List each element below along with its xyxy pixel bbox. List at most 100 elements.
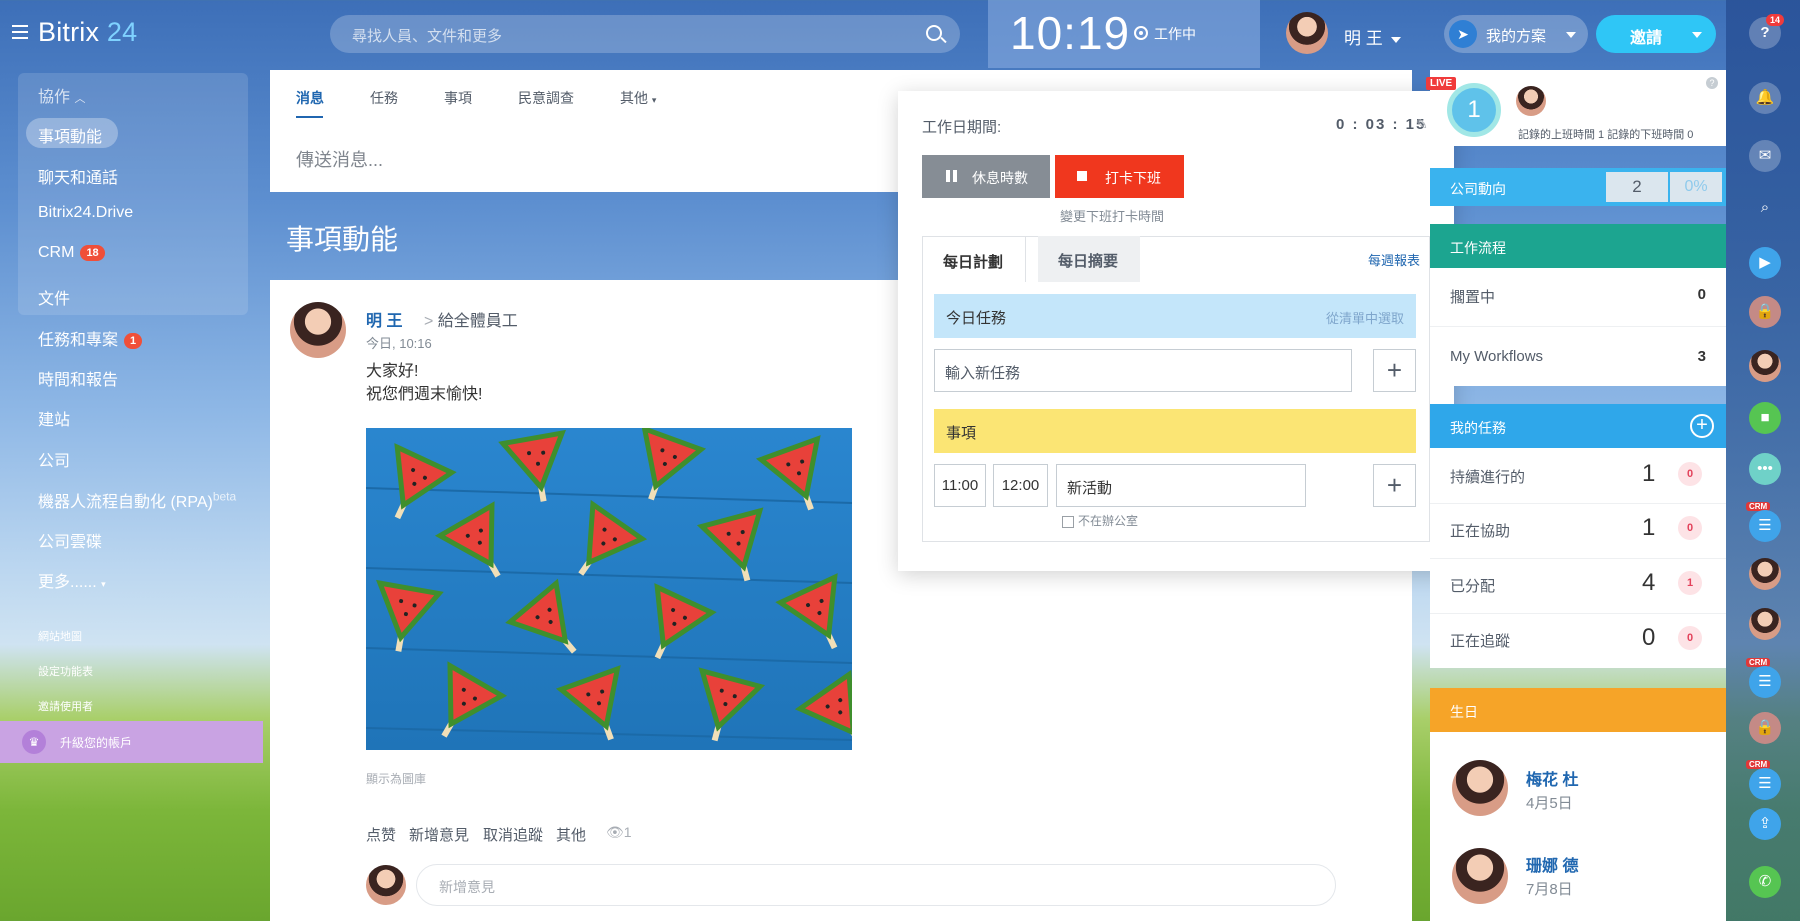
birthday-avatar[interactable]	[1452, 760, 1508, 816]
video-call-icon[interactable]: ▶	[1749, 247, 1781, 279]
tab-poll[interactable]: 民意調查	[518, 88, 574, 108]
crm-chat-icon[interactable]: ☰	[1749, 768, 1781, 800]
add-task-icon[interactable]: +	[1690, 414, 1714, 438]
chevron-down-icon[interactable]	[1692, 32, 1702, 38]
task-count[interactable]: 1	[1642, 514, 1655, 542]
choose-from-list-link[interactable]: 從清單中選取	[1326, 308, 1404, 327]
sidebar-item-time[interactable]: 時間和報告	[38, 366, 118, 390]
configure-menu-link[interactable]: 設定功能表	[38, 663, 93, 679]
phone-icon[interactable]: ✆	[1749, 866, 1781, 898]
sidebar-item-feed[interactable]: 事項動能	[38, 123, 102, 147]
worktime-clock[interactable]: 10:19 工作中	[988, 0, 1260, 68]
add-event-button[interactable]: +	[1373, 464, 1416, 507]
birthday-name[interactable]: 梅花 杜	[1526, 766, 1578, 790]
search-input[interactable]: 尋找人員、文件和更多	[330, 15, 960, 53]
add-comment-button[interactable]: 新增意見	[409, 824, 469, 845]
sitemap-link[interactable]: 網站地圖	[38, 628, 82, 644]
tab-daily-summary[interactable]: 每日摘要	[1038, 236, 1140, 282]
crm-chat-icon[interactable]: ☰	[1749, 666, 1781, 698]
task-count[interactable]: 1	[1642, 460, 1655, 488]
workflow-header[interactable]: 工作流程	[1430, 224, 1726, 268]
task-row[interactable]: 持續進行的	[1450, 466, 1525, 487]
sidebar-item-company[interactable]: 公司	[38, 447, 70, 471]
task-count[interactable]: 4	[1642, 569, 1655, 597]
lock-icon[interactable]: 🔒	[1749, 296, 1781, 328]
invite-button[interactable]: 邀請	[1596, 15, 1716, 53]
like-button[interactable]: 点赞	[366, 824, 396, 845]
event-start-time[interactable]: 11:00	[934, 464, 986, 507]
hamburger-menu-icon[interactable]	[12, 25, 28, 39]
event-end-time[interactable]: 12:00	[993, 464, 1048, 507]
comment-input[interactable]: 新增意見	[416, 864, 1336, 906]
new-event-input[interactable]: 新活動	[1056, 464, 1306, 507]
post-recipients[interactable]: > 給全體員工	[424, 307, 518, 331]
menu-section-header[interactable]: 協作 ︿	[38, 83, 85, 107]
search-icon[interactable]: ⌕	[1749, 192, 1781, 224]
sidebar-item-tasks[interactable]: 任務和專案 1	[38, 326, 143, 350]
tab-daily-plan[interactable]: 每日計劃	[922, 236, 1026, 282]
task-row[interactable]: 正在追蹤	[1450, 630, 1510, 651]
sidebar-item-sites[interactable]: 建站	[38, 406, 70, 430]
search-icon[interactable]	[926, 25, 942, 41]
pencil-icon[interactable]: ✎	[1416, 116, 1430, 132]
birthdays-header[interactable]: 生日	[1430, 688, 1726, 732]
sidebar-item-more[interactable]: 更多...... ▾	[38, 568, 106, 592]
tab-event[interactable]: 事項	[444, 88, 472, 108]
pause-button[interactable]: 休息時數	[922, 155, 1050, 198]
sidebar-item-docs[interactable]: 文件	[38, 285, 70, 309]
video-icon[interactable]: ■	[1749, 402, 1781, 434]
birthday-avatar[interactable]	[1452, 848, 1508, 904]
tab-message[interactable]: 消息	[296, 88, 324, 108]
live-count[interactable]: 1	[1447, 83, 1501, 137]
invite-users-link[interactable]: 邀請使用者	[38, 698, 93, 714]
sidebar-item-drive[interactable]: Bitrix24.Drive	[38, 204, 133, 222]
show-as-gallery-link[interactable]: 顯示為圖庫	[366, 770, 426, 787]
tab-more[interactable]: 其他 ▾	[620, 88, 656, 108]
birthday-name[interactable]: 珊娜 德	[1526, 852, 1578, 876]
add-task-button[interactable]: +	[1373, 349, 1416, 392]
contact-avatar[interactable]	[1749, 558, 1781, 590]
task-count[interactable]: 0	[1642, 624, 1655, 652]
chat-icon[interactable]: ✉	[1749, 140, 1781, 172]
bell-icon[interactable]: 🔔	[1749, 82, 1781, 114]
new-task-input[interactable]: 輸入新任務	[934, 349, 1352, 392]
change-clockout-time-link[interactable]: 變更下班打卡時間	[1060, 206, 1164, 225]
my-tasks-header[interactable]: 我的任務 +	[1430, 404, 1726, 448]
work-status: 工作中	[1154, 26, 1196, 42]
user-menu[interactable]: 明 王	[1344, 24, 1401, 49]
logo[interactable]: Bitrix 24	[38, 17, 137, 48]
task-badge: 0	[1678, 462, 1702, 486]
post-author-avatar[interactable]	[290, 302, 346, 358]
tab-task[interactable]: 任務	[370, 88, 398, 108]
workflow-row[interactable]: My Workflows	[1450, 348, 1543, 365]
sidebar-item-chat[interactable]: 聊天和通話	[38, 164, 118, 188]
sidebar-item-cloud[interactable]: 公司雲碟	[38, 528, 102, 552]
user-avatar[interactable]	[1286, 12, 1328, 54]
task-row[interactable]: 正在協助	[1450, 520, 1510, 541]
unfollow-button[interactable]: 取消追蹤	[483, 824, 543, 845]
crm-chat-icon[interactable]: ☰	[1749, 510, 1781, 542]
group-chat-icon[interactable]: •••	[1749, 453, 1781, 485]
task-row[interactable]: 已分配	[1450, 575, 1495, 596]
sidebar-item-crm[interactable]: CRM 18	[38, 244, 105, 262]
post-image[interactable]	[366, 428, 852, 750]
help-icon[interactable]: ?	[1706, 77, 1718, 89]
sidebar-item-rpa[interactable]: 機器人流程自動化 (RPA)beta	[38, 488, 236, 512]
lock-icon[interactable]: 🔒	[1749, 712, 1781, 744]
open-lines-icon[interactable]: ⇪	[1749, 808, 1781, 840]
weekly-report-link[interactable]: 每週報表	[1368, 250, 1420, 269]
post-time[interactable]: 今日, 10:16	[366, 333, 432, 352]
more-button[interactable]: 其他	[556, 824, 586, 845]
contact-avatar[interactable]	[1749, 350, 1781, 382]
send-message-input[interactable]: 傳送消息...	[296, 146, 383, 172]
not-in-office-checkbox[interactable]: 不在辦公室	[1062, 512, 1138, 529]
company-pulse[interactable]: 公司動向 2 0%	[1430, 168, 1726, 206]
workflow-row[interactable]: 擱置中	[1450, 286, 1495, 307]
post-author[interactable]: 明 王	[366, 307, 402, 331]
upgrade-account-button[interactable]: ♛ 升級您的帳戶	[0, 721, 263, 763]
contact-avatar[interactable]	[1749, 608, 1781, 640]
live-user-avatar[interactable]	[1516, 86, 1546, 116]
clock-out-button[interactable]: 打卡下班	[1055, 155, 1184, 198]
my-plan-button[interactable]: ➤ 我的方案	[1444, 15, 1588, 53]
checkbox[interactable]	[1062, 515, 1074, 528]
